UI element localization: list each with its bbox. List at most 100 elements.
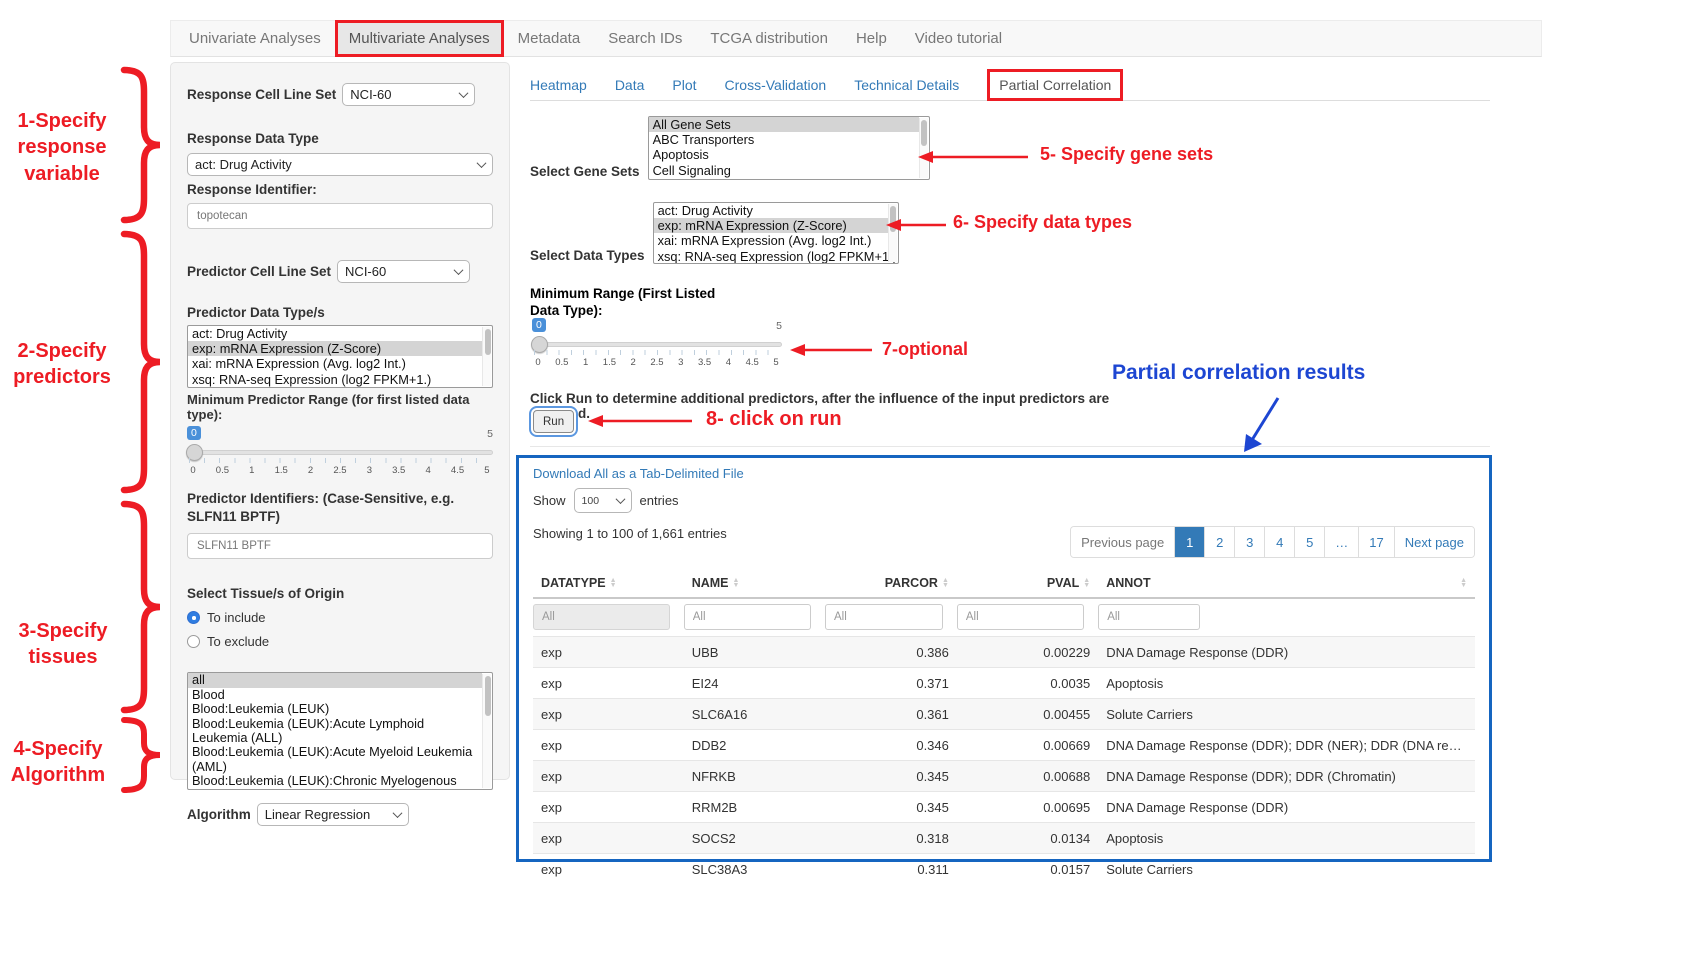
sort-icon[interactable]: ▲▼ [1083, 578, 1090, 589]
option-abc-transporters[interactable]: ABC Transporters [649, 132, 919, 147]
download-link[interactable]: Download All as a Tab-Delimited File [533, 466, 1475, 481]
radio-selected-icon[interactable] [187, 611, 200, 624]
page-button-1[interactable]: 1 [1174, 527, 1204, 557]
option-apoptosis[interactable]: Apoptosis [649, 147, 919, 162]
tissue-include-option[interactable]: To include [187, 610, 493, 625]
column-header-datatype[interactable]: DATATYPE▲▼ [533, 569, 684, 598]
scrollbar[interactable] [482, 327, 491, 386]
page-button-5[interactable]: 5 [1294, 527, 1324, 557]
filter-input-parcor[interactable] [825, 604, 943, 630]
page-button-2[interactable]: 2 [1204, 527, 1234, 557]
predictor-data-types-listbox[interactable]: act: Drug Activityexp: mRNA Expression (… [187, 325, 493, 388]
divider [530, 446, 1490, 447]
option-xai-mrna-expression-avg-log2-int[interactable]: xai: mRNA Expression (Avg. log2 Int.) [654, 233, 888, 248]
sort-icon[interactable]: ▲▼ [1460, 578, 1467, 589]
nav-item-tcga-distribution[interactable]: TCGA distribution [696, 22, 842, 55]
min-range-slider[interactable]: 0 5 00.511.522.533.544.55 [532, 318, 782, 376]
option-exp-mrna-expression-z-score[interactable]: exp: mRNA Expression (Z-Score) [188, 341, 482, 356]
tissue-exclude-option[interactable]: To exclude [187, 634, 493, 649]
sort-icon[interactable]: ▲▼ [733, 578, 740, 589]
column-header-parcor[interactable]: PARCOR▲▼ [825, 569, 957, 598]
radio-unselected-icon[interactable] [187, 635, 200, 648]
option-xsq-rna-seq-expression-log2-fpkm-1[interactable]: xsq: RNA-seq Expression (log2 FPKM+1.) [188, 372, 482, 387]
nav-item-metadata[interactable]: Metadata [504, 22, 595, 55]
page-size-select[interactable]: 100 [574, 488, 632, 513]
tab-cross-validation[interactable]: Cross-Validation [725, 77, 827, 93]
tissue-exclude-label: To exclude [207, 634, 269, 649]
option-cell-signaling[interactable]: Cell Signaling [649, 163, 919, 178]
cell-pval: 0.00669 [957, 730, 1098, 761]
tab-plot[interactable]: Plot [672, 77, 696, 93]
table-row[interactable]: expRRM2B0.3450.00695DNA Damage Response … [533, 792, 1475, 823]
option-xai-mrna-expression-avg-log2-int[interactable]: xai: mRNA Expression (Avg. log2 Int.) [188, 356, 482, 371]
page-button-17[interactable]: 17 [1358, 527, 1393, 557]
chevron-down-icon [454, 265, 464, 275]
nav-item-univariate-analyses[interactable]: Univariate Analyses [175, 22, 335, 55]
page: Univariate AnalysesMultivariate Analyses… [0, 0, 1700, 956]
predictor-cell-line-set-select[interactable]: NCI-60 [337, 260, 470, 283]
filter-input-datatype[interactable] [533, 604, 670, 630]
table-row[interactable]: expSLC38A30.3110.0157Solute Carriers [533, 854, 1475, 885]
option-blood-leukemia-leuk[interactable]: Blood:Leukemia (LEUK) [188, 702, 482, 716]
cell-annot: Apoptosis [1098, 668, 1475, 699]
option-blood-leukemia-leuk-acute-myeloid-leukemia-aml[interactable]: Blood:Leukemia (LEUK):Acute Myeloid Leuk… [188, 745, 482, 774]
table-row[interactable]: expDDB20.3460.00669DNA Damage Response (… [533, 730, 1475, 761]
tab-technical-details[interactable]: Technical Details [854, 77, 959, 93]
scrollbar[interactable] [888, 204, 897, 262]
filter-input-name[interactable] [684, 604, 811, 630]
nav-item-help[interactable]: Help [842, 22, 901, 55]
cell-parcor: 0.311 [825, 854, 957, 885]
predictor-identifiers-input[interactable] [187, 533, 493, 559]
predictor-range-slider[interactable]: 0 5 00.511.522.533.544.55 [187, 426, 493, 484]
column-header-annot[interactable]: ANNOT▲▼ [1098, 569, 1475, 598]
run-button[interactable]: Run [533, 410, 574, 433]
page-button-3[interactable]: 3 [1234, 527, 1264, 557]
nav-item-multivariate-analyses[interactable]: Multivariate Analyses [335, 20, 504, 57]
response-cell-line-set-select[interactable]: NCI-60 [342, 83, 475, 106]
column-header-name[interactable]: NAME▲▼ [684, 569, 825, 598]
option-exp-mrna-expression-z-score[interactable]: exp: mRNA Expression (Z-Score) [654, 218, 888, 233]
page-button-next-page[interactable]: Next page [1394, 527, 1474, 557]
scrollbar[interactable] [919, 118, 928, 178]
nav-item-video-tutorial[interactable]: Video tutorial [901, 22, 1016, 55]
table-row[interactable]: expNFRKB0.3450.00688DNA Damage Response … [533, 761, 1475, 792]
option-xsq-rna-seq-expression-log2-fpkm-1[interactable]: xsq: RNA-seq Expression (log2 FPKM+1.) [654, 249, 888, 264]
option-all-gene-sets[interactable]: All Gene Sets [649, 117, 919, 132]
table-row[interactable]: expEI240.3710.0035Apoptosis [533, 668, 1475, 699]
page-button-4[interactable]: 4 [1264, 527, 1294, 557]
page-button-[interactable]: … [1324, 527, 1358, 557]
option-all[interactable]: all [188, 673, 482, 687]
filter-input-pval[interactable] [957, 604, 1084, 630]
slider-track[interactable] [532, 342, 782, 347]
table-row[interactable]: expSLC6A160.3610.00455Solute Carriers [533, 699, 1475, 730]
filter-input-annot[interactable] [1098, 604, 1200, 630]
cell-datatype: exp [533, 792, 684, 823]
cell-name: SLC38A3 [684, 854, 825, 885]
page-button-previous-page[interactable]: Previous page [1071, 527, 1174, 557]
tab-heatmap[interactable]: Heatmap [530, 77, 587, 93]
sort-icon[interactable]: ▲▼ [942, 578, 949, 589]
results-table: DATATYPE▲▼NAME▲▼PARCOR▲▼PVAL▲▼ANNOT▲▼ ex… [533, 569, 1475, 884]
cell-datatype: exp [533, 668, 684, 699]
table-filter-row [533, 598, 1475, 637]
option-blood-leukemia-leuk-acute-lymphoid-leukemia-all[interactable]: Blood:Leukemia (LEUK):Acute Lymphoid Leu… [188, 717, 482, 746]
column-header-pval[interactable]: PVAL▲▼ [957, 569, 1098, 598]
response-identifier-input[interactable] [187, 203, 493, 229]
tissues-listbox[interactable]: allBloodBlood:Leukemia (LEUK)Blood:Leuke… [187, 672, 493, 790]
slider-track[interactable] [187, 450, 493, 455]
option-act-drug-activity[interactable]: act: Drug Activity [188, 326, 482, 341]
gene-sets-listbox[interactable]: All Gene SetsABC TransportersApoptosisCe… [648, 116, 930, 180]
table-row[interactable]: expSOCS20.3180.0134Apoptosis [533, 823, 1475, 854]
algorithm-select[interactable]: Linear Regression [257, 803, 409, 826]
option-blood-leukemia-leuk-chronic-myelogenous-leukemia-cml[interactable]: Blood:Leukemia (LEUK):Chronic Myelogenou… [188, 774, 482, 790]
sort-icon[interactable]: ▲▼ [610, 578, 617, 589]
option-act-drug-activity[interactable]: act: Drug Activity [654, 203, 888, 218]
option-blood[interactable]: Blood [188, 688, 482, 702]
data-types-listbox[interactable]: act: Drug Activityexp: mRNA Expression (… [653, 202, 899, 264]
response-data-type-select[interactable]: act: Drug Activity [187, 153, 493, 176]
tab-partial-correlation[interactable]: Partial Correlation [987, 69, 1123, 101]
nav-item-search-ids[interactable]: Search IDs [594, 22, 696, 55]
scrollbar[interactable] [482, 674, 491, 788]
tab-data[interactable]: Data [615, 77, 645, 93]
table-row[interactable]: expUBB0.3860.00229DNA Damage Response (D… [533, 637, 1475, 668]
